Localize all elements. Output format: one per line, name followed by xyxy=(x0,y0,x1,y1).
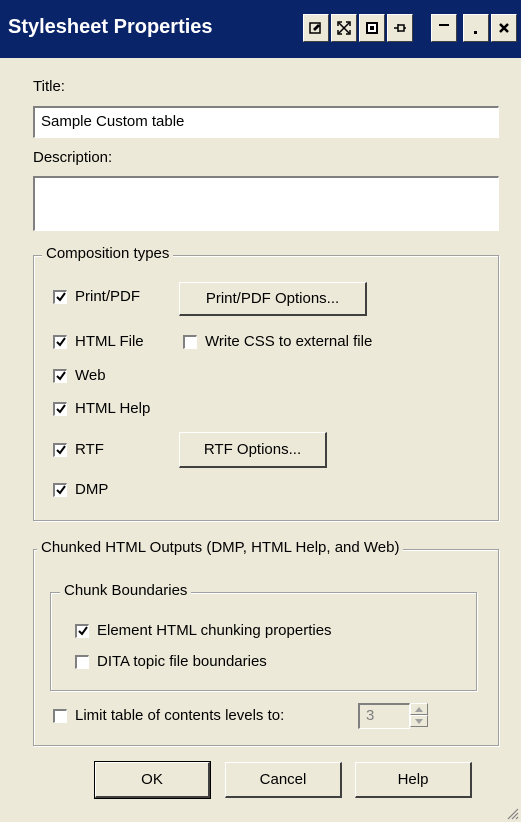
dot-icon[interactable] xyxy=(463,14,489,42)
html-help-checkbox[interactable]: HTML Help xyxy=(53,400,150,417)
html-help-label: HTML Help xyxy=(75,400,151,417)
stylesheet-properties-dialog: Stylesheet Properties Title: Sample Cust… xyxy=(0,0,521,822)
element-html-checkbox[interactable]: Element HTML chunking properties xyxy=(75,622,332,639)
cancel-button[interactable]: Cancel xyxy=(225,762,342,798)
checkbox-box xyxy=(53,482,67,497)
checkbox-box xyxy=(183,334,197,349)
chunked-outputs-legend: Chunked HTML Outputs (DMP, HTML Help, an… xyxy=(37,539,404,556)
dita-label: DITA topic file boundaries xyxy=(97,653,267,670)
title-input[interactable]: Sample Custom table xyxy=(33,106,499,138)
description-label: Description: xyxy=(33,149,113,166)
limit-toc-checkbox[interactable]: Limit table of contents levels to: xyxy=(53,707,284,724)
print-pdf-checkbox[interactable]: Print/PDF xyxy=(53,288,140,305)
limit-toc-label: Limit table of contents levels to: xyxy=(75,707,285,724)
checkbox-box xyxy=(53,401,67,416)
write-css-checkbox[interactable]: Write CSS to external file xyxy=(183,333,372,350)
checkbox-box xyxy=(53,368,67,383)
spin-up-icon[interactable] xyxy=(410,703,428,715)
chunk-boundaries-group xyxy=(50,592,477,691)
html-file-label: HTML File xyxy=(75,333,144,350)
pin-icon[interactable] xyxy=(303,14,329,42)
element-html-label: Element HTML chunking properties xyxy=(97,622,332,639)
limit-toc-value[interactable]: 3 xyxy=(358,703,410,729)
pushpin-icon[interactable] xyxy=(387,14,413,42)
checkbox-box xyxy=(53,708,67,723)
dmp-label: DMP xyxy=(75,481,109,498)
html-file-checkbox[interactable]: HTML File xyxy=(53,333,144,350)
close-icon[interactable] xyxy=(491,14,517,42)
title-label: Title: xyxy=(33,78,65,95)
limit-toc-spinner[interactable] xyxy=(410,703,428,727)
checkbox-box xyxy=(75,623,89,638)
restore-icon[interactable] xyxy=(331,14,357,42)
window-title: Stylesheet Properties xyxy=(8,16,213,38)
web-label: Web xyxy=(75,367,106,384)
write-css-label: Write CSS to external file xyxy=(205,333,373,350)
rtf-label: RTF xyxy=(75,441,104,458)
print-pdf-options-button[interactable]: Print/PDF Options... xyxy=(179,282,367,316)
rtf-options-button[interactable]: RTF Options... xyxy=(179,432,327,468)
ok-button[interactable]: OK xyxy=(94,761,211,799)
print-pdf-label: Print/PDF xyxy=(75,288,141,305)
web-checkbox[interactable]: Web xyxy=(53,367,106,384)
rtf-checkbox[interactable]: RTF xyxy=(53,441,104,458)
chunk-boundaries-legend: Chunk Boundaries xyxy=(60,582,192,599)
checkbox-box xyxy=(75,654,89,669)
dmp-checkbox[interactable]: DMP xyxy=(53,481,108,498)
description-input[interactable] xyxy=(33,176,499,231)
composition-types-legend: Composition types xyxy=(42,245,174,262)
spin-down-icon[interactable] xyxy=(410,715,428,727)
resize-grip-icon[interactable] xyxy=(505,806,519,820)
checkbox-box xyxy=(53,334,67,349)
dock-icon[interactable] xyxy=(359,14,385,42)
checkbox-box xyxy=(53,442,67,457)
minimize-icon[interactable] xyxy=(431,14,457,42)
title-bar[interactable]: Stylesheet Properties xyxy=(0,0,521,58)
checkbox-box xyxy=(53,289,67,304)
help-button[interactable]: Help xyxy=(355,762,472,798)
dita-checkbox[interactable]: DITA topic file boundaries xyxy=(75,653,267,670)
